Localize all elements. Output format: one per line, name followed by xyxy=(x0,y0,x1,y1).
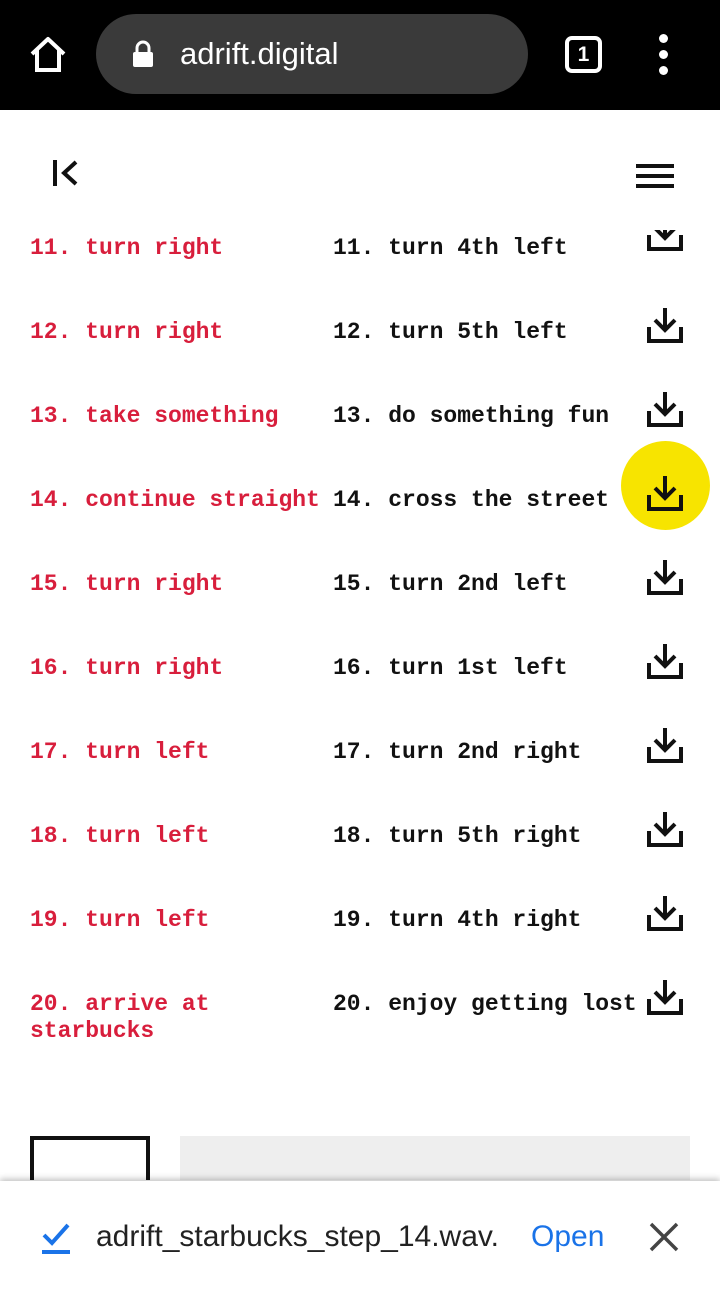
list-item: 11. turn right 11. turn 4th left xyxy=(0,216,720,319)
list-item: 18. turn left 18. turn 5th right xyxy=(0,812,720,907)
download-filename: adrift_starbucks_step_14.wav. xyxy=(96,1220,499,1253)
download-button[interactable] xyxy=(645,305,685,345)
download-icon xyxy=(647,980,683,1015)
list-item: 13. take something 13. do something fun xyxy=(0,392,720,487)
step-left: 20. arrive at starbucks xyxy=(30,991,210,1044)
home-icon xyxy=(30,37,66,72)
hamburger-menu-button[interactable] xyxy=(632,160,678,192)
step-right: 16. turn 1st left xyxy=(333,655,568,681)
close-snackbar-button[interactable] xyxy=(646,1219,682,1255)
browser-toolbar: adrift.digital 1 xyxy=(0,0,720,110)
list-item: 15. turn right 15. turn 2nd left xyxy=(0,560,720,655)
tab-switcher-button[interactable]: 1 xyxy=(565,36,602,73)
step-left: 17. turn left xyxy=(30,739,210,765)
download-icon xyxy=(647,812,683,847)
step-right: 13. do something fun xyxy=(333,403,610,429)
download-icon xyxy=(647,392,683,427)
step-right: 14. cross the street xyxy=(333,487,610,513)
download-icon xyxy=(647,896,683,931)
lock-icon xyxy=(133,40,153,67)
bottom-panel xyxy=(180,1136,690,1180)
step-left: 11. turn right xyxy=(30,235,224,261)
step-right: 11. turn 4th left xyxy=(333,235,568,261)
hamburger-icon xyxy=(636,164,674,168)
download-button[interactable] xyxy=(645,641,685,681)
step-left: 14. continue straight xyxy=(30,487,320,513)
home-button[interactable] xyxy=(22,28,74,80)
step-left: 19. turn left xyxy=(30,907,210,933)
step-left: 13. take something xyxy=(30,403,279,429)
download-button[interactable] xyxy=(645,557,685,597)
tab-count: 1 xyxy=(577,42,590,66)
download-button-active[interactable] xyxy=(645,473,685,513)
download-button[interactable] xyxy=(645,809,685,849)
step-right: 15. turn 2nd left xyxy=(333,571,568,597)
step-left: 16. turn right xyxy=(30,655,224,681)
download-icon xyxy=(647,308,683,343)
step-right: 20. enjoy getting lost xyxy=(333,991,637,1017)
download-button[interactable] xyxy=(645,977,685,1017)
download-button[interactable] xyxy=(645,893,685,933)
trash-button[interactable] xyxy=(30,1136,150,1180)
step-right: 12. turn 5th left xyxy=(333,319,568,345)
open-download-link[interactable]: Open xyxy=(531,1217,604,1257)
step-right: 17. turn 2nd right xyxy=(333,739,582,765)
address-bar[interactable]: adrift.digital xyxy=(96,14,528,94)
download-icon xyxy=(647,644,683,679)
step-left: 18. turn left xyxy=(30,823,210,849)
download-button[interactable] xyxy=(645,389,685,429)
step-right: 18. turn 5th right xyxy=(333,823,582,849)
collapse-back-button[interactable] xyxy=(46,156,86,190)
download-icon xyxy=(647,476,683,511)
close-icon xyxy=(649,1222,679,1252)
step-right: 19. turn 4th right xyxy=(333,907,582,933)
list-item: 19. turn left 19. turn 4th right xyxy=(0,896,720,991)
download-snackbar: adrift_starbucks_step_14.wav. Open xyxy=(0,1181,720,1293)
site-header xyxy=(0,110,720,230)
step-left: 12. turn right xyxy=(30,319,224,345)
list-item: 16. turn right 16. turn 1st left xyxy=(0,644,720,739)
more-vert-icon xyxy=(659,34,668,43)
list-item: 17. turn left 17. turn 2nd right xyxy=(0,728,720,823)
list-item: 12. turn right 12. turn 5th left xyxy=(0,308,720,403)
download-icon xyxy=(647,560,683,595)
download-complete-icon xyxy=(42,1223,70,1254)
url-text: adrift.digital xyxy=(180,36,339,71)
collapse-left-icon xyxy=(53,160,78,186)
browser-menu-button[interactable] xyxy=(646,32,682,78)
download-icon xyxy=(647,728,683,763)
step-left: 15. turn right xyxy=(30,571,224,597)
list-item: 20. arrive at starbucks 20. enjoy gettin… xyxy=(0,980,720,1075)
list-item: 14. continue straight 14. cross the stre… xyxy=(0,441,720,571)
download-button[interactable] xyxy=(645,725,685,765)
